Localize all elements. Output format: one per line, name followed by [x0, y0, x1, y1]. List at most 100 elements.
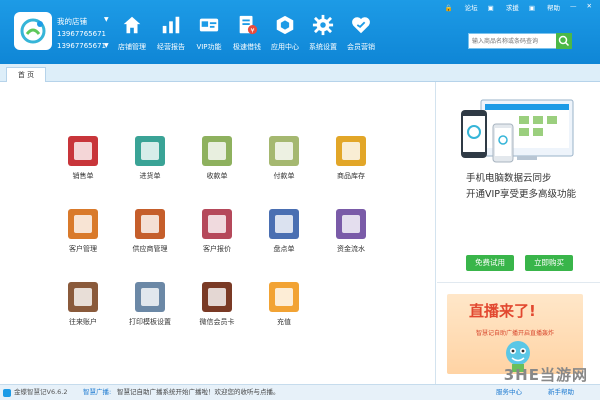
nav-app-center[interactable]: 应用中心 — [266, 10, 304, 58]
function-tile[interactable]: 微信会员卡 — [192, 282, 242, 336]
inventory-icon — [336, 136, 366, 166]
tile-label: 往来账户 — [69, 318, 97, 326]
product-search — [468, 33, 572, 49]
tile-label: 打印模板设置 — [129, 318, 171, 326]
help-guide-link[interactable]: 新手帮助 — [548, 385, 574, 400]
svg-text:¥: ¥ — [250, 26, 254, 34]
vip-promo-text: 开通VIP享受更多高级功能 — [466, 189, 577, 200]
tile-label: 微信会员卡 — [199, 318, 235, 326]
supplier-icon — [135, 209, 165, 239]
watermark-logo: 3HE当游网 — [503, 366, 588, 384]
tile-label: 收款单 — [206, 172, 228, 180]
search-button[interactable] — [556, 33, 572, 49]
wechat-card-icon — [202, 282, 232, 312]
app-small-icon — [3, 389, 11, 397]
heart-icon — [352, 17, 370, 34]
nav-label: 会员营销 — [347, 43, 375, 51]
tile-label: 充值 — [277, 318, 291, 326]
chevron-down-icon[interactable]: ▼ — [104, 16, 109, 23]
money-doc-icon: ¥ — [239, 15, 258, 34]
nav-store-management[interactable]: 店铺管理 — [112, 10, 152, 58]
receipt-icon — [202, 136, 232, 166]
customer-icon — [68, 209, 98, 239]
broadcast-message: 智慧记自助广播系统开始广播啦！欢迎您的收听与点播。 — [117, 388, 280, 396]
tile-label: 客户报价 — [203, 245, 231, 253]
side-panel: 手机电脑数据云同步 开通VIP享受更多高级功能 免费试用 立即购买 直播来了! … — [437, 82, 600, 384]
nav-label: 店铺管理 — [118, 43, 146, 51]
status-bar: 金蝶智慧记V6.6.2 智慧广播: 智慧记自助广播系统开始广播啦！欢迎您的收听与… — [0, 384, 600, 400]
banner-subtitle: 智慧记自助广播开启直播轰炸 — [475, 330, 554, 337]
gear-icon — [312, 14, 334, 36]
tab-home[interactable]: 首 页 — [6, 67, 46, 82]
function-tile[interactable]: 资金流水 — [326, 209, 376, 263]
nav-member-marketing[interactable]: 会员营销 — [342, 10, 380, 58]
function-tile[interactable]: 销售单 — [58, 136, 108, 190]
function-tile[interactable]: 付款单 — [259, 136, 309, 190]
bar-chart-icon — [162, 16, 180, 34]
forum-label: 论坛 — [464, 4, 478, 12]
banner-title: 直播来了! — [469, 302, 536, 320]
tile-label: 商品库存 — [337, 172, 365, 180]
quote-icon — [202, 209, 232, 239]
function-tile[interactable]: 进货单 — [125, 136, 175, 190]
close-button[interactable]: ✕ — [587, 2, 592, 12]
buy-now-button[interactable]: 立即购买 — [525, 255, 573, 271]
accounts-icon — [68, 282, 98, 312]
tile-label: 付款单 — [273, 172, 295, 180]
app-logo — [14, 12, 52, 50]
nav-label: 应用中心 — [271, 43, 299, 51]
function-tile[interactable]: 供应商管理 — [125, 209, 175, 263]
nav-business-report[interactable]: 经营报告 — [152, 10, 190, 58]
nav-vip[interactable]: VIP功能 — [190, 10, 228, 58]
app-center-icon — [276, 15, 294, 35]
printer-icon — [135, 282, 165, 312]
tile-label: 供应商管理 — [132, 245, 168, 253]
vip-card-icon — [199, 18, 219, 32]
service-center-link[interactable]: 服务中心 — [496, 385, 522, 400]
purchase-order-icon — [135, 136, 165, 166]
divider — [437, 282, 600, 283]
forum-link[interactable]: 🔒 论坛 — [444, 2, 477, 12]
function-tile[interactable]: 客户管理 — [58, 209, 108, 263]
recharge-icon — [269, 282, 299, 312]
help-label: 帮助 — [547, 4, 561, 12]
function-tile[interactable]: 商品库存 — [326, 136, 376, 190]
function-tile[interactable]: 盘点单 — [259, 209, 309, 263]
search-input[interactable] — [469, 34, 557, 48]
cash-flow-icon — [336, 209, 366, 239]
help-request-link[interactable]: ▣ 求援 — [488, 2, 519, 12]
main-panel: 销售单 进货单 收款单 付款单 商品库存客户管理 供应商管理 客户报价 盘点单 资金流水往来账户… — [0, 82, 436, 384]
function-tile[interactable]: 收款单 — [192, 136, 242, 190]
minimize-button[interactable]: — — [570, 2, 577, 12]
phone-number: 13967765671 — [57, 30, 106, 38]
app-header: 我的店铺 ▼ 13967765671 13967765671 ▼ 店铺管理 经营… — [0, 0, 600, 64]
device-illustration-icon — [461, 99, 574, 163]
function-tile[interactable]: 打印模板设置 — [125, 282, 175, 336]
tab-strip: 首 页 — [0, 64, 600, 82]
function-tile[interactable]: 充值 — [259, 282, 309, 336]
nav-system-settings[interactable]: 系统设置 — [304, 10, 342, 58]
broadcast-label[interactable]: 智慧广播: — [83, 385, 111, 400]
nav-label: 极速借钱 — [233, 43, 261, 51]
live-banner[interactable]: 直播来了! 智慧记自助广播开启直播轰炸 — [447, 294, 583, 374]
home-icon — [123, 16, 141, 34]
nav-label: 系统设置 — [309, 43, 337, 51]
function-tile[interactable]: 往来账户 — [58, 282, 108, 336]
free-trial-button[interactable]: 免费试用 — [466, 255, 514, 271]
nav-label: 经营报告 — [157, 43, 185, 51]
logo-icon — [20, 18, 46, 44]
top-links: 🔒 论坛 ▣ 求援 ▣ 帮助 — ✕ — [434, 2, 592, 12]
store-name[interactable]: 我的店铺 — [57, 16, 87, 27]
help-request-label: 求援 — [505, 4, 519, 12]
search-icon — [558, 35, 570, 47]
tile-label: 盘点单 — [273, 245, 295, 253]
function-tile[interactable]: 客户报价 — [192, 209, 242, 263]
nav-label: VIP功能 — [196, 43, 222, 51]
account-number[interactable]: 13967765671 — [57, 42, 106, 50]
main-nav: 店铺管理 经营报告 VIP功能 ¥ 极速借钱 应用中心 系统设置 会员营销 — [112, 10, 380, 58]
nav-quick-loan[interactable]: ¥ 极速借钱 — [228, 10, 266, 58]
tile-label: 资金流水 — [337, 245, 365, 253]
chevron-down-icon[interactable]: ▼ — [104, 42, 109, 49]
help-link[interactable]: ▣ 帮助 — [529, 2, 560, 12]
stock-check-icon — [269, 209, 299, 239]
